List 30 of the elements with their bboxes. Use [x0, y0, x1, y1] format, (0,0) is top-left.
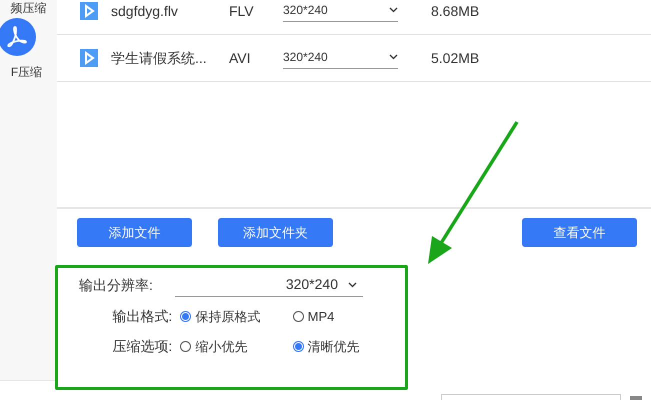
file-format: FLV — [229, 2, 255, 20]
radio-option[interactable]: 缩小优先 — [180, 336, 293, 356]
file-size: 8.68MB — [431, 2, 480, 20]
caret-icon — [389, 6, 398, 12]
radio-option[interactable]: 保持原格式 — [180, 306, 293, 326]
file-format: AVI — [229, 48, 252, 68]
output-resolution-select[interactable]: 320*240 — [175, 274, 363, 297]
add-button[interactable]: 添加文件夹 — [218, 218, 333, 247]
option-label: 压缩选项: — [111, 337, 174, 356]
radio-button[interactable] — [292, 311, 304, 322]
view-files-button[interactable]: 查看文件 — [522, 218, 637, 247]
radio-button[interactable] — [180, 341, 192, 352]
resolution-select[interactable]: 320*240 — [283, 0, 398, 22]
file-name: 学生请假系统... — [111, 48, 208, 68]
resolution-select[interactable]: 320*240 — [283, 48, 398, 68]
caret-icon — [389, 54, 398, 60]
video-file-icon — [80, 49, 98, 67]
radio-option[interactable]: 清晰优先 — [292, 336, 405, 356]
caret-icon — [348, 282, 357, 288]
add-button[interactable]: 添加文件 — [77, 218, 192, 247]
file-name: sdgfdyg.flv — [111, 2, 179, 21]
radio-option[interactable]: MP4 — [292, 306, 405, 326]
file-size: 5.02MB — [431, 48, 480, 68]
radio-button[interactable] — [292, 341, 304, 352]
sidebar-label[interactable]: 频压缩 — [10, 0, 46, 16]
pdf-icon[interactable] — [0, 18, 36, 56]
option-label: 输出格式: — [111, 307, 174, 326]
resolution-label: 输出分辨率: — [79, 276, 154, 295]
sidebar-label[interactable]: F压缩 — [10, 63, 42, 81]
radio-button[interactable] — [180, 311, 192, 322]
